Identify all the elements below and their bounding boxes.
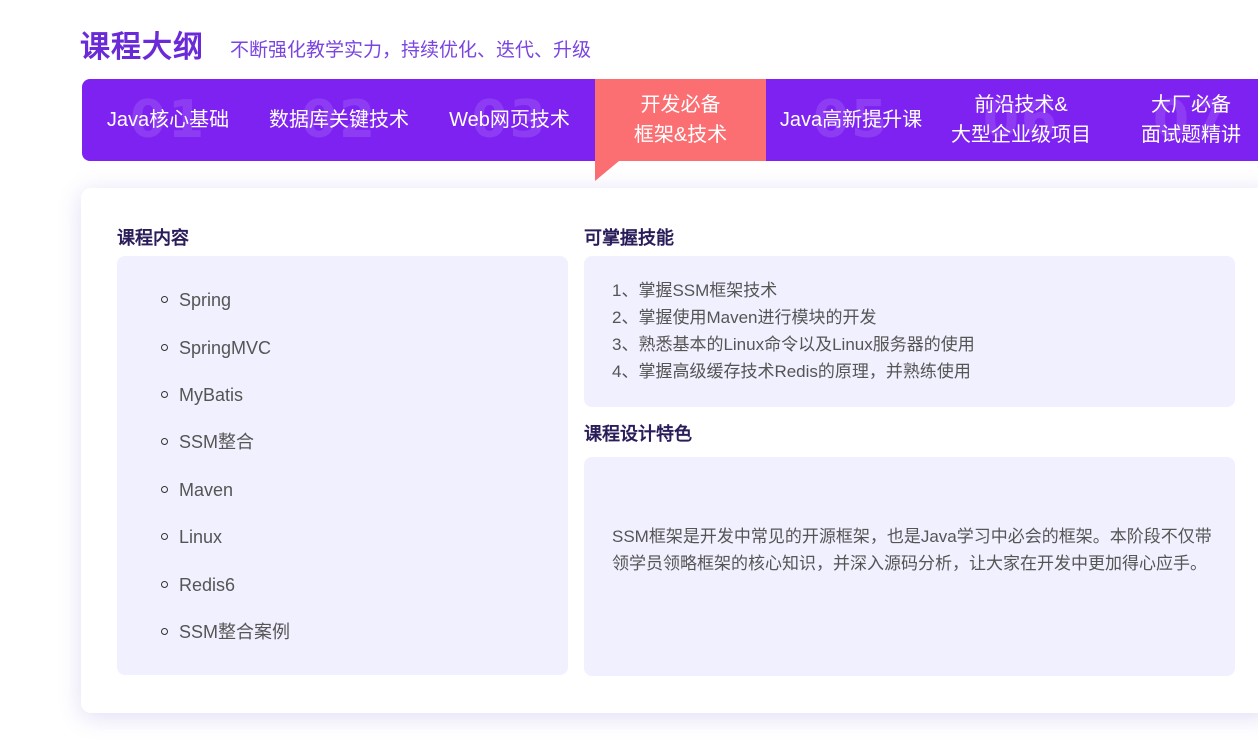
bullet-icon [161, 438, 168, 445]
skills-panel: 1、掌握SSM框架技术 2、掌握使用Maven进行模块的开发 3、熟悉基本的Li… [584, 256, 1235, 407]
bullet-icon [161, 344, 168, 351]
bullet-icon [161, 391, 168, 398]
course-detail-card: 课程内容 Spring SpringMVC MyBatis SSM整合 Mave… [81, 188, 1258, 713]
tab-label: 数据库关键技术 [269, 109, 409, 131]
features-heading: 课程设计特色 [576, 422, 720, 449]
tab-java-advanced[interactable]: 05 Java高新提升课 [766, 79, 936, 161]
content-panel: Spring SpringMVC MyBatis SSM整合 Maven Lin… [117, 256, 568, 675]
tab-label: 开发必备 框架&技术 [633, 94, 728, 146]
features-description: SSM框架是开发中常见的开源框架，也是Java学习中必会的框架。本阶段不仅带领学… [612, 527, 1212, 573]
page-subtitle: 不断强化教学实力，持续优化、迭代、升级 [230, 40, 592, 61]
skill-item: 3、熟悉基本的Linux命令以及Linux服务器的使用 [612, 335, 975, 354]
tab-label: Web网页技术 [449, 109, 570, 131]
tab-interview[interactable]: 07 大厂必备 面试题精讲 [1106, 79, 1258, 161]
bullet-icon [161, 533, 168, 540]
skill-item: 1、掌握SSM框架技术 [612, 281, 778, 300]
tab-enterprise-projects[interactable]: 06 前沿技术& 大型企业级项目 [936, 79, 1106, 161]
course-tab-bar: 01 Java核心基础 02 数据库关键技术 03 Web网页技术 04 开发必… [82, 79, 1258, 161]
tab-database[interactable]: 02 数据库关键技术 [254, 79, 424, 161]
skill-item: 4、掌握高级缓存技术Redis的原理，并熟练使用 [612, 362, 971, 381]
list-item: SpringMVC [161, 335, 271, 361]
skill-item: 2、掌握使用Maven进行模块的开发 [612, 308, 877, 327]
list-item: SSM整合案例 [161, 619, 290, 645]
tab-java-core[interactable]: 01 Java核心基础 [82, 79, 254, 161]
tab-web[interactable]: 03 Web网页技术 [424, 79, 595, 161]
bullet-icon [161, 486, 168, 493]
list-item: Spring [161, 287, 231, 313]
active-tab-pointer [595, 161, 619, 181]
features-panel: SSM框架是开发中常见的开源框架，也是Java学习中必会的框架。本阶段不仅带领学… [584, 457, 1235, 676]
skills-heading: 可掌握技能 [576, 226, 700, 253]
content-heading: 课程内容 [109, 226, 210, 253]
list-item: SSM整合 [161, 429, 254, 455]
tab-label: 前沿技术& 大型企业级项目 [951, 94, 1091, 146]
page-title: 课程大纲 [80, 31, 204, 64]
tab-label: Java高新提升课 [779, 109, 923, 131]
list-item: Linux [161, 524, 222, 550]
tab-label: 大厂必备 面试题精讲 [1141, 94, 1241, 146]
bullet-icon [161, 581, 168, 588]
list-item: Maven [161, 477, 233, 503]
list-item: MyBatis [161, 382, 243, 408]
bullet-icon [161, 296, 168, 303]
tab-label: Java核心基础 [106, 109, 230, 131]
list-item: Redis6 [161, 572, 235, 598]
tab-frameworks[interactable]: 04 开发必备 框架&技术 [595, 79, 766, 161]
bullet-icon [161, 628, 168, 635]
